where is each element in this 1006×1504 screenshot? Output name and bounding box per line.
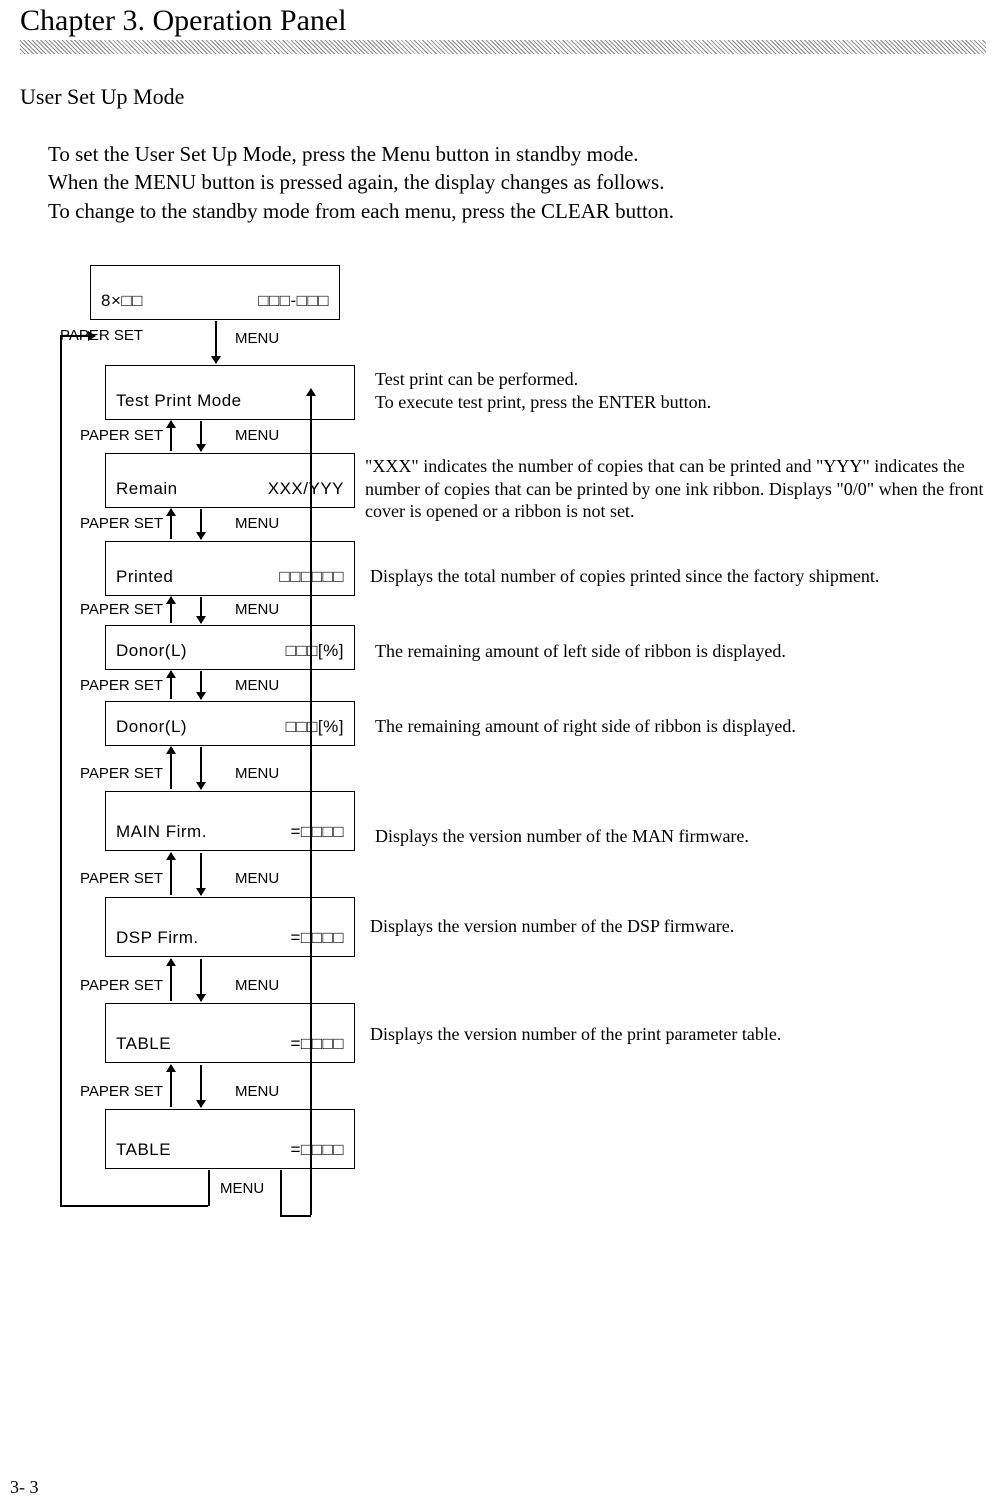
- arrow-up-7: [170, 959, 172, 1001]
- bottom-rail-h-left: [60, 1205, 208, 1207]
- intro-text: To set the User Set Up Mode, press the M…: [48, 140, 986, 225]
- menu-label-0: MENU: [235, 330, 279, 347]
- lcd-main-firm: MAIN Firm. =□□□□: [105, 791, 355, 851]
- loop-line-bottom-v: [280, 1170, 282, 1216]
- paper-set-label-7: PAPER SET: [80, 977, 163, 994]
- lcd-table-1-right: =□□□□: [291, 1034, 345, 1054]
- arrow-down-1: [200, 421, 202, 451]
- return-line-top-h: [60, 335, 90, 337]
- menu-label-5: MENU: [235, 765, 279, 782]
- lcd-table-2-left: TABLE: [116, 1140, 171, 1160]
- intro-line-3: To change to the standby mode from each …: [48, 197, 986, 225]
- lcd-table-2-right: =□□□□: [291, 1140, 345, 1160]
- intro-line-1: To set the User Set Up Mode, press the M…: [48, 140, 986, 168]
- lcd-donor-r-left: Donor(L): [116, 717, 187, 737]
- lcd-standby-right: □□□-□□□: [258, 291, 329, 311]
- menu-label-2: MENU: [235, 515, 279, 532]
- arrow-down-3: [200, 597, 202, 623]
- arrow-up-4: [170, 671, 172, 699]
- arrow-down-7: [200, 959, 202, 1001]
- lcd-table-1-left: TABLE: [116, 1034, 171, 1054]
- arrow-up-2: [170, 509, 172, 539]
- desc-test-print: Test print can be performed.To execute t…: [375, 368, 711, 413]
- paper-set-label-1: PAPER SET: [80, 427, 163, 444]
- arrow-up-6: [170, 853, 172, 895]
- menu-label-1: MENU: [235, 427, 279, 444]
- menu-label-8: MENU: [235, 1083, 279, 1100]
- paper-set-label-4: PAPER SET: [80, 677, 163, 694]
- loop-line-bottom-h: [280, 1215, 311, 1217]
- arrow-down-5: [200, 747, 202, 789]
- menu-label-3: MENU: [235, 601, 279, 618]
- lcd-donor-l-right: □□□[%]: [286, 641, 344, 661]
- lcd-test-print-left: Test Print Mode: [116, 391, 242, 411]
- lcd-printed: Printed □□□□□□: [105, 541, 355, 596]
- desc-donor-l: The remaining amount of left side of rib…: [375, 640, 786, 663]
- chapter-title: Chapter 3. Operation Panel: [20, 4, 986, 38]
- arrow-down-8: [200, 1065, 202, 1107]
- page-number: 3- 3: [10, 1477, 39, 1498]
- desc-donor-r: The remaining amount of right side of ri…: [375, 715, 796, 738]
- lcd-dsp-firm-left: DSP Firm.: [116, 928, 199, 948]
- arrow-up-5: [170, 747, 172, 789]
- desc-remain: "XXX" indicates the number of copies tha…: [365, 455, 985, 523]
- paper-set-label-8: PAPER SET: [80, 1083, 163, 1100]
- paper-set-label-2: PAPER SET: [80, 515, 163, 532]
- lcd-remain-right: XXX/YYY: [268, 479, 344, 499]
- arrow-down-6: [200, 853, 202, 895]
- arrow-up-8: [170, 1065, 172, 1107]
- lcd-dsp-firm: DSP Firm. =□□□□: [105, 897, 355, 957]
- menu-label-9: MENU: [220, 1180, 264, 1197]
- lcd-main-firm-left: MAIN Firm.: [116, 822, 207, 842]
- loop-arrow-up-tip: [306, 388, 316, 396]
- arrow-up-3: [170, 597, 172, 623]
- lcd-standby: 8×□□ □□□-□□□: [90, 265, 340, 320]
- paper-set-label-6: PAPER SET: [80, 870, 163, 887]
- lcd-donor-l-left: Donor(L): [116, 641, 187, 661]
- arrow-down-0: [215, 321, 217, 363]
- divider-hatch: [20, 40, 986, 54]
- return-arrow-into-top: [88, 331, 96, 341]
- lcd-dsp-firm-right: =□□□□: [291, 928, 345, 948]
- lcd-test-print: Test Print Mode: [105, 365, 355, 420]
- return-line-left-v: [60, 335, 62, 1205]
- intro-line-2: When the MENU button is pressed again, t…: [48, 168, 986, 196]
- lcd-table-2: TABLE =□□□□: [105, 1109, 355, 1169]
- arrow-down-2: [200, 509, 202, 539]
- arrow-down-4: [200, 671, 202, 699]
- menu-label-4: MENU: [235, 677, 279, 694]
- desc-main-firm: Displays the version number of the MAN f…: [375, 825, 749, 848]
- arrow-up-1: [170, 421, 172, 451]
- lcd-main-firm-right: =□□□□: [291, 822, 345, 842]
- lcd-printed-right: □□□□□□: [279, 567, 344, 587]
- desc-dsp-firm: Displays the version number of the DSP f…: [370, 915, 734, 938]
- lcd-table-1: TABLE =□□□□: [105, 1003, 355, 1063]
- section-title: User Set Up Mode: [20, 84, 986, 110]
- lcd-donor-l: Donor(L) □□□[%]: [105, 625, 355, 670]
- bottom-rail-v-left: [208, 1170, 210, 1206]
- paper-set-label-5: PAPER SET: [80, 765, 163, 782]
- lcd-donor-r-right: □□□[%]: [286, 717, 344, 737]
- menu-flow-diagram: 8×□□ □□□-□□□ PAPER SET MENU Test Print M…: [50, 265, 986, 1365]
- menu-label-6: MENU: [235, 870, 279, 887]
- lcd-remain: Remain XXX/YYY: [105, 453, 355, 508]
- lcd-remain-left: Remain: [116, 479, 178, 499]
- desc-table: Displays the version number of the print…: [370, 1023, 781, 1046]
- desc-printed: Displays the total number of copies prin…: [370, 565, 879, 588]
- paper-set-label-3: PAPER SET: [80, 601, 163, 618]
- loop-line-right-v: [310, 395, 312, 1215]
- menu-label-7: MENU: [235, 977, 279, 994]
- lcd-donor-r: Donor(L) □□□[%]: [105, 701, 355, 746]
- lcd-printed-left: Printed: [116, 567, 173, 587]
- lcd-standby-left: 8×□□: [101, 291, 143, 311]
